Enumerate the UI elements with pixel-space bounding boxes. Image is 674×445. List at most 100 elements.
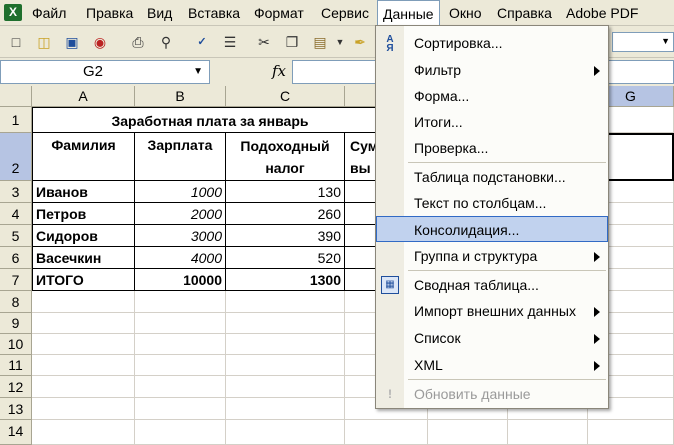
select-all-corner[interactable] [0,86,32,107]
row-header[interactable]: 6 [0,247,32,269]
menu-help[interactable]: Справка [497,0,552,26]
menu-file[interactable]: Файл [32,0,66,26]
empty-cell[interactable] [345,420,428,445]
menu-item-table[interactable]: Таблица подстановки... [376,164,608,190]
cell-total-tax[interactable]: 1300 [226,269,345,291]
sheet-title-cell[interactable]: Заработная плата за январь [32,107,388,133]
empty-cell[interactable] [135,334,226,355]
menu-insert[interactable]: Вставка [188,0,240,26]
row-header[interactable]: 5 [0,225,32,247]
cell-tax[interactable]: 390 [226,225,345,247]
header-cell-tax[interactable]: Подоходный налог [226,133,345,181]
row-header[interactable]: 1 [0,107,32,133]
row-header[interactable]: 2 [0,133,32,181]
cell-salary[interactable]: 4000 [135,247,226,269]
empty-cell[interactable] [226,291,345,313]
menu-item-xml[interactable]: XML [376,352,608,378]
menu-adobe-pdf[interactable]: Adobe PDF [566,0,638,26]
spelling-icon[interactable]: ✓ [192,32,212,52]
cell-name[interactable]: Иванов [32,181,135,203]
menu-item-form[interactable]: Форма... [376,83,608,109]
header-cell-salary[interactable]: Зарплата [135,133,226,181]
menu-edit[interactable]: Правка [86,0,133,26]
open-folder-icon[interactable]: ◫ [34,32,54,52]
empty-cell[interactable] [32,313,135,334]
empty-cell[interactable] [135,420,226,445]
cell-total-label[interactable]: ИТОГО [32,269,135,291]
permission-icon[interactable]: ◉ [90,32,110,52]
menu-item-list[interactable]: Список [376,325,608,351]
col-header-c[interactable]: C [226,86,345,107]
empty-cell[interactable] [32,376,135,398]
cell-tax[interactable]: 520 [226,247,345,269]
paste-dropdown-icon[interactable]: ▼ [330,32,350,52]
row-header[interactable]: 13 [0,398,32,420]
research-icon[interactable]: ☰ [220,32,240,52]
fx-icon[interactable]: fx [272,62,286,80]
menu-window[interactable]: Окно [449,0,482,26]
menu-item-validation[interactable]: Проверка... [376,135,608,161]
row-header[interactable]: 8 [0,291,32,313]
copy-icon[interactable]: ❐ [282,32,302,52]
cell-name[interactable]: Васечкин [32,247,135,269]
cell-salary[interactable]: 3000 [135,225,226,247]
empty-cell[interactable] [226,420,345,445]
empty-cell[interactable] [32,334,135,355]
col-header-b[interactable]: B [135,86,226,107]
menu-item-subtotals[interactable]: Итоги... [376,109,608,135]
menu-data[interactable]: Данные [377,0,440,27]
empty-cell[interactable] [32,420,135,445]
menu-item-filter[interactable]: Фильтр [376,57,608,83]
col-header-a[interactable]: A [32,86,135,107]
print-icon[interactable]: ⎙ [128,32,148,52]
paste-icon[interactable]: ▤ [310,32,330,52]
empty-cell[interactable] [226,398,345,420]
empty-cell[interactable] [508,420,588,445]
row-header[interactable]: 14 [0,420,32,445]
cell-salary[interactable]: 1000 [135,181,226,203]
menu-item-group-outline[interactable]: Группа и структура [376,243,608,269]
header-cell-surname[interactable]: Фамилия [32,133,135,181]
row-header[interactable]: 7 [0,269,32,291]
empty-cell[interactable] [226,313,345,334]
empty-cell[interactable] [32,355,135,376]
empty-cell[interactable] [226,355,345,376]
empty-cell[interactable] [588,420,674,445]
cell-name[interactable]: Петров [32,203,135,225]
empty-cell[interactable] [226,376,345,398]
empty-cell[interactable] [135,398,226,420]
print-preview-icon[interactable]: ⚲ [156,32,176,52]
menu-format[interactable]: Формат [254,0,304,26]
cut-icon[interactable]: ✂ [254,32,274,52]
save-icon[interactable]: ▣ [62,32,82,52]
menu-view[interactable]: Вид [147,0,172,26]
empty-cell[interactable] [135,376,226,398]
empty-cell[interactable] [226,334,345,355]
menu-item-pivot-table[interactable]: ▦ Сводная таблица... [376,272,608,298]
row-header[interactable]: 10 [0,334,32,355]
empty-cell[interactable] [32,398,135,420]
cell-tax[interactable]: 130 [226,181,345,203]
chevron-down-icon[interactable]: ▼ [193,61,203,83]
menu-item-text-to-columns[interactable]: Текст по столбцам... [376,190,608,216]
excel-app-icon[interactable]: X [4,4,22,21]
empty-cell[interactable] [135,355,226,376]
empty-cell[interactable] [428,420,508,445]
row-header[interactable]: 3 [0,181,32,203]
row-header[interactable]: 12 [0,376,32,398]
cell-total-salary[interactable]: 10000 [135,269,226,291]
menu-item-sort[interactable]: AЯ Сортировка... [376,30,608,56]
format-painter-icon[interactable]: ✒ [350,32,370,52]
menu-item-consolidate[interactable]: Консолидация... [376,216,608,242]
empty-cell[interactable] [32,291,135,313]
empty-cell[interactable] [135,291,226,313]
cell-tax[interactable]: 260 [226,203,345,225]
cell-salary[interactable]: 2000 [135,203,226,225]
menu-item-import-external[interactable]: Импорт внешних данных [376,298,608,324]
new-file-icon[interactable]: □ [6,32,26,52]
row-header[interactable]: 11 [0,355,32,376]
name-box[interactable]: G2 ▼ [0,60,210,84]
cell-name[interactable]: Сидоров [32,225,135,247]
row-header[interactable]: 4 [0,203,32,225]
row-header[interactable]: 9 [0,313,32,334]
